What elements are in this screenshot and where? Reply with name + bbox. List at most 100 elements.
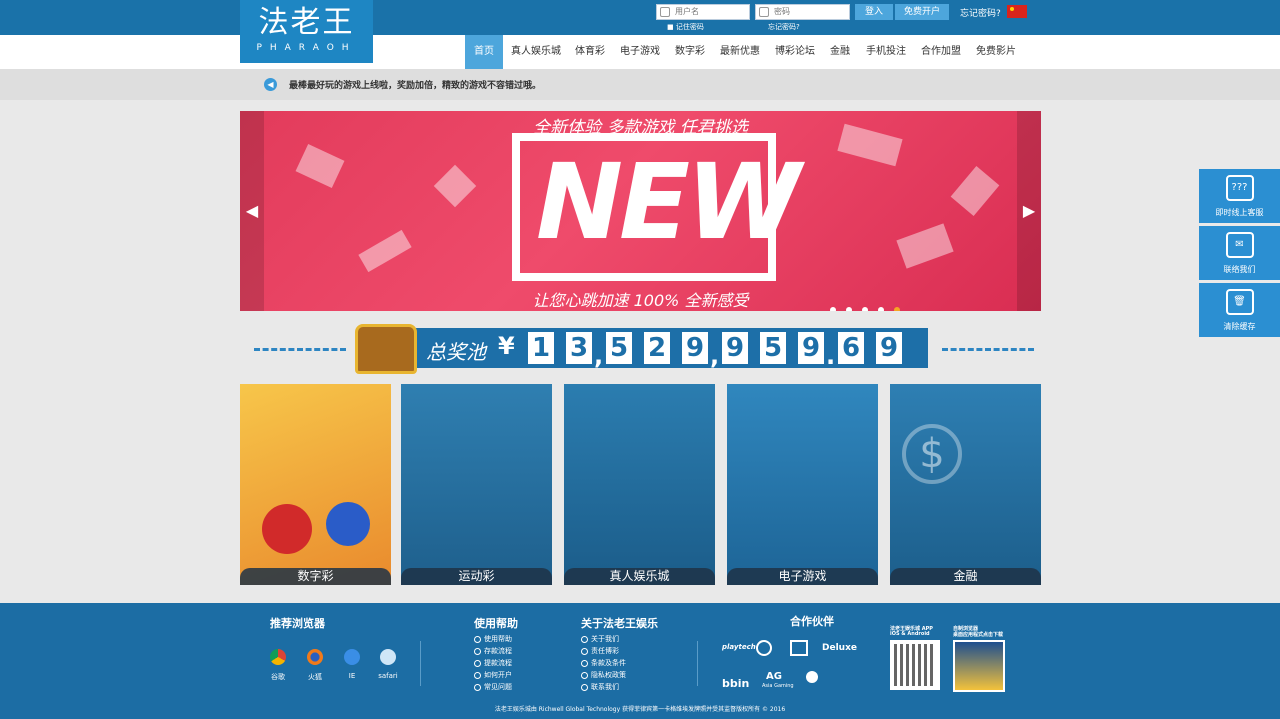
jackpot-label: 总奖池 (426, 340, 486, 364)
jackpot-digit: 1 (528, 332, 554, 364)
top-bar: 用户名 密码 ■ 记住密码 忘记密码? 登入 免费开户 忘记密码? (0, 0, 1280, 35)
help-link[interactable]: 使用帮助 (474, 634, 512, 644)
partner-logo (756, 640, 772, 656)
envelope-icon: ✉ (1225, 232, 1254, 258)
firefox-icon[interactable] (307, 649, 323, 665)
nav-forum[interactable]: 博彩论坛 (775, 35, 815, 69)
jackpot-digit: 9 (722, 332, 748, 364)
remember-checkbox[interactable]: ■ 记住密码 (667, 22, 704, 32)
password-input[interactable]: 密码 (755, 4, 850, 20)
help-link[interactable]: 如何开户 (474, 670, 512, 680)
jackpot-digit: 5 (606, 332, 632, 364)
card-live-casino[interactable]: 真人娱乐城 (564, 384, 715, 585)
help-link[interactable]: 常见问题 (474, 682, 512, 692)
slide-dot[interactable] (830, 307, 836, 311)
slide-dot[interactable] (846, 307, 852, 311)
nav-lottery[interactable]: 数字彩 (675, 35, 705, 69)
jackpot-separator: . (826, 342, 836, 370)
card-sports[interactable]: 运动彩 (401, 384, 552, 585)
divider-right (942, 348, 1034, 351)
slide-dot-active[interactable] (894, 307, 900, 311)
jackpot-digit: 9 (798, 332, 824, 364)
hero-banner[interactable]: NEW 全新体验 多款游戏 任君挑选 让您心跳加速 100% 全新感受 ◀ ▶ (240, 111, 1041, 311)
username-input[interactable]: 用户名 (656, 4, 750, 20)
browsers-title: 推荐浏览器 (270, 617, 325, 630)
jackpot-digit: 5 (760, 332, 786, 364)
jackpot-digit: 9 (682, 332, 708, 364)
nav-finance[interactable]: 金融 (830, 35, 850, 69)
partners-title: 合作伙伴 (790, 615, 834, 628)
qr-code-icon[interactable] (890, 640, 940, 690)
slide-dot[interactable] (878, 307, 884, 311)
banner-slogan-top: 全新体验 多款游戏 任君挑选 (533, 118, 748, 138)
slide-dot[interactable] (862, 307, 868, 311)
clear-cache-button[interactable]: 🗑 清除缓存 (1199, 283, 1280, 337)
chrome-icon[interactable] (270, 649, 286, 665)
help-link[interactable]: 提款流程 (474, 658, 512, 668)
nav-free-video[interactable]: 免费影片 (976, 35, 1016, 69)
dollar-icon: $ (902, 424, 962, 484)
user-icon (660, 7, 670, 17)
china-flag-icon[interactable] (1007, 5, 1027, 18)
browser-label: safari (378, 672, 398, 680)
register-button[interactable]: 免费开户 (895, 4, 949, 20)
notice-bar: ◀ 最棒最好玩的游戏上线啦，奖励加倍，精致的游戏不容错过哦。 (0, 69, 1280, 100)
card-label: 数字彩 (240, 568, 391, 585)
treasure-chest-icon (355, 324, 417, 374)
about-link[interactable]: 条款及条件 (581, 658, 626, 668)
forgot-password-link[interactable]: 忘记密码? (960, 6, 1001, 19)
partner-logo (790, 640, 808, 656)
banner-next-arrow[interactable]: ▶ (1017, 111, 1041, 311)
browser-label: IE (348, 672, 356, 680)
browser-label: 火狐 (308, 673, 322, 681)
speaker-icon: ◀ (264, 78, 277, 91)
nav-promotions[interactable]: 最新优惠 (720, 35, 760, 69)
safari-icon[interactable] (380, 649, 396, 665)
nav-live-casino[interactable]: 真人娱乐城 (511, 35, 561, 69)
logo[interactable]: 法老王 PHARAOH (240, 0, 373, 63)
jackpot-separator: , (594, 342, 604, 370)
about-link[interactable]: 责任博彩 (581, 646, 619, 656)
nav-mobile[interactable]: 手机投注 (866, 35, 906, 69)
jackpot-digit: 2 (644, 332, 670, 364)
jackpot-separator: , (710, 342, 720, 370)
card-label: 运动彩 (401, 568, 552, 585)
contact-us-button[interactable]: ✉ 联络我们 (1199, 226, 1280, 280)
partner-logo (806, 671, 818, 683)
playtech-logo: playtech (722, 643, 756, 651)
live-chat-button[interactable]: ??? 即时线上客服 (1199, 169, 1280, 223)
nav-sports[interactable]: 体育彩 (575, 35, 605, 69)
about-link[interactable]: 隐私权政策 (581, 670, 626, 680)
banner-slogan-bottom: 让您心跳加速 100% 全新感受 (532, 291, 749, 310)
nav-home[interactable]: 首页 (465, 35, 503, 69)
banner-prev-arrow[interactable]: ◀ (240, 111, 264, 311)
ball-45-icon (262, 504, 312, 554)
about-title: 关于法老王娱乐 (581, 617, 658, 630)
ie-icon[interactable] (344, 649, 360, 665)
card-label: 电子游戏 (727, 568, 878, 585)
card-lottery[interactable]: 数字彩 (240, 384, 391, 585)
divider (420, 641, 421, 686)
about-link[interactable]: 联系我们 (581, 682, 619, 692)
divider (697, 641, 698, 686)
login-button[interactable]: 登入 (855, 4, 893, 20)
asia-gaming-text: Asia Gaming (762, 683, 794, 689)
bbin-logo: bbin (722, 677, 750, 690)
desktop-app-download[interactable] (953, 640, 1005, 692)
about-link[interactable]: 关于我们 (581, 634, 619, 644)
app-text: iOS & Android (890, 631, 930, 637)
nav-slots[interactable]: 电子游戏 (620, 35, 660, 69)
divider-left (254, 348, 346, 351)
help-link[interactable]: 存款流程 (474, 646, 512, 656)
copyright: 法老王娱乐城由 Richwell Global Technology 获得菲律宾… (494, 706, 786, 713)
banner-new-text: NEW (536, 141, 801, 263)
card-finance[interactable]: $ 金融 (890, 384, 1041, 585)
card-label: 真人娱乐城 (564, 568, 715, 585)
footer: 推荐浏览器 谷歌 火狐 IE safari 使用帮助 使用帮助 存款流程 提款流… (0, 603, 1280, 719)
jackpot-digit: 6 (838, 332, 864, 364)
forgot-link-small[interactable]: 忘记密码? (768, 22, 800, 32)
card-slots[interactable]: 电子游戏 (727, 384, 878, 585)
nav-partner[interactable]: 合作加盟 (921, 35, 961, 69)
browser-label: 谷歌 (271, 673, 285, 681)
main-nav: 首页 真人娱乐城 体育彩 电子游戏 数字彩 最新优惠 博彩论坛 金融 手机投注 … (0, 35, 1280, 69)
